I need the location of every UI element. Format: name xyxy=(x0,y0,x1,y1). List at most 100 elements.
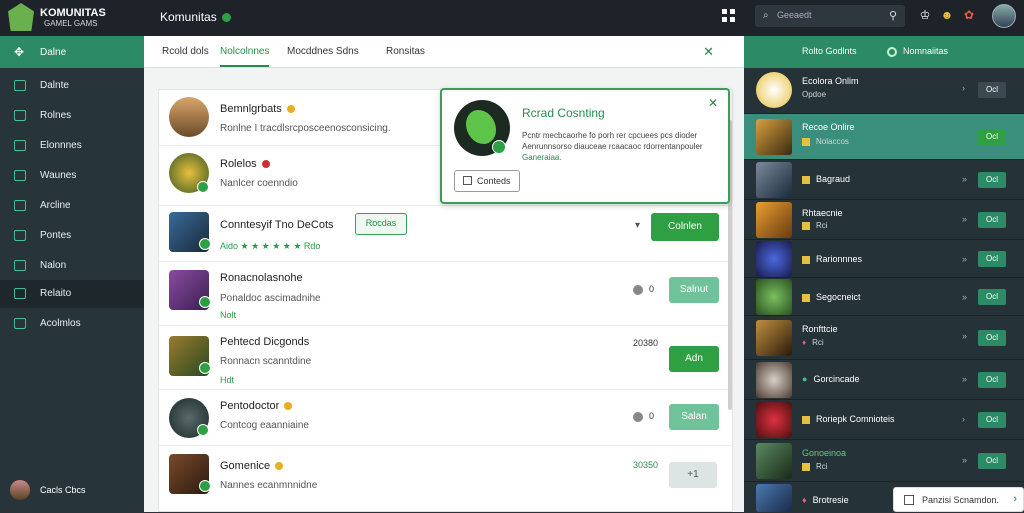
friend-row[interactable]: ● Gorcincade » Ocl xyxy=(744,360,1024,400)
friend-row[interactable]: Segocneict » Ocl xyxy=(744,278,1024,316)
sidebar-item-label: Acolmlos xyxy=(40,318,81,329)
sidebar-item-nalon[interactable]: Nalon xyxy=(0,252,144,280)
item-name: Rolelos xyxy=(220,158,270,170)
sidebar-item-label: Arcline xyxy=(40,200,71,211)
friends-header-label[interactable]: Rolto Godlnts xyxy=(802,46,857,56)
user-avatar[interactable] xyxy=(992,4,1016,28)
search-bar[interactable]: ⌕ Geeaedt ⚲ xyxy=(755,5,905,27)
avatar xyxy=(10,480,30,500)
contacts-button[interactable]: Conteds xyxy=(454,170,520,192)
rank-icon xyxy=(802,175,810,184)
chevron-right-icon[interactable]: › xyxy=(962,83,965,93)
sidebar-item-rolnes[interactable]: Rolnes xyxy=(0,102,144,130)
friend-action-button[interactable]: Ocl xyxy=(978,129,1006,145)
logo-icon[interactable] xyxy=(8,3,34,31)
chevron-right-icon[interactable]: » xyxy=(962,455,967,465)
chevron-right-icon[interactable]: » xyxy=(962,292,967,302)
toast-notification[interactable]: Panzisi Scnamdon. › xyxy=(893,487,1024,512)
friend-action-button[interactable]: Ocl xyxy=(978,453,1006,469)
friend-row[interactable]: Bagraud » Ocl xyxy=(744,160,1024,200)
close-icon[interactable]: ✕ xyxy=(708,96,718,110)
chevron-right-icon[interactable]: » xyxy=(962,174,967,184)
list-item[interactable]: Pehtecd Dicgonds Ronnacn scanntdine Hdt … xyxy=(159,326,734,390)
close-icon[interactable]: ✕ xyxy=(703,44,714,60)
friend-row[interactable]: Ecolora Onlim Opdoe › Ocl xyxy=(744,68,1024,114)
badge-icon xyxy=(284,402,293,411)
character-icon[interactable]: ☻ xyxy=(940,8,954,24)
friend-action-button[interactable]: Ocl xyxy=(978,212,1006,228)
sidebar-item-acolmlos[interactable]: Acolmlos xyxy=(0,310,144,338)
item-name: Pentodoctor xyxy=(220,400,293,412)
friend-action-button[interactable]: Ocl xyxy=(978,251,1006,267)
list-item[interactable]: Pentodoctor Contcog eaanniaine 0 Salan xyxy=(159,390,734,446)
item-subtitle: Contcog eaanniaine xyxy=(220,420,309,431)
friend-row[interactable]: Roriepk Comnioteis › Ocl xyxy=(744,400,1024,440)
diamond-icon xyxy=(14,230,26,241)
sidebar-user[interactable]: Cacls Cbcs xyxy=(10,480,140,502)
list-item[interactable]: Gomenice Nannes ecanmnnidne 30350 +1 xyxy=(159,446,734,513)
tab-rcold-dols[interactable]: Rcold dols xyxy=(162,46,209,57)
popup-desc-link[interactable]: Ganeraiaa. xyxy=(522,153,562,162)
sidebar-item-dalnte[interactable]: Dalnte xyxy=(0,72,144,100)
contacts-button-label: Conteds xyxy=(477,176,511,186)
friend-row[interactable]: Gonoeinoa Rci » Ocl xyxy=(744,440,1024,482)
verified-icon xyxy=(199,238,211,250)
sidebar-item-relaito[interactable]: Relaito xyxy=(0,280,144,308)
friend-row[interactable]: Recoe Onlire Nolaccos Ocl xyxy=(744,114,1024,160)
page-title-text: Komunitas xyxy=(160,10,217,24)
tab-nolcolnnes[interactable]: Nolcolnnes xyxy=(220,46,270,67)
friend-name: Rhtaecnie xyxy=(802,208,843,218)
item-name: Ronacnolasnohe xyxy=(220,272,303,284)
join-button[interactable]: Adn xyxy=(669,346,719,372)
join-button[interactable]: Colnlen xyxy=(651,213,719,241)
item-name-text: Rolelos xyxy=(220,158,257,170)
badge-icon xyxy=(275,462,284,471)
notification-icon[interactable]: ✿ xyxy=(962,8,976,24)
chevron-right-icon[interactable]: » xyxy=(962,214,967,224)
chevron-right-icon[interactable]: » xyxy=(962,254,967,264)
friend-action-button[interactable]: Ocl xyxy=(978,289,1006,305)
friend-action-button[interactable]: Ocl xyxy=(978,412,1006,428)
item-subtitle: Ronnacn scanntdine xyxy=(220,356,312,367)
verified-icon xyxy=(199,296,211,308)
sidebar-item-pontes[interactable]: Pontes xyxy=(0,222,144,250)
friend-action-button[interactable]: Ocl xyxy=(978,330,1006,346)
trophy-icon[interactable]: ♔ xyxy=(918,8,932,24)
friend-name-text: Rarionnnes xyxy=(816,254,863,264)
chevron-right-icon[interactable]: » xyxy=(962,331,967,341)
friend-name-text: Bagraud xyxy=(816,174,851,184)
avatar xyxy=(756,402,792,438)
search-input[interactable]: Geeaedt xyxy=(777,10,812,20)
chevron-right-icon[interactable]: › xyxy=(962,414,965,424)
gear-icon[interactable] xyxy=(633,285,643,295)
search-submit-icon[interactable]: ⚲ xyxy=(889,9,897,22)
join-button[interactable]: Salan xyxy=(669,404,719,430)
featured-badge[interactable]: Rocdas xyxy=(355,213,407,235)
join-button[interactable]: Salnut xyxy=(669,277,719,303)
featured-item[interactable]: Conntesyif Tno DeCots Rocdas Aido ★ ★ ★ … xyxy=(159,206,734,262)
tab-ronsitas[interactable]: Ronsitas xyxy=(386,46,425,57)
gear-icon[interactable] xyxy=(633,412,643,422)
sidebar-item-elonnnes[interactable]: Elonnnes xyxy=(0,132,144,160)
friend-action-button[interactable]: Ocl xyxy=(978,172,1006,188)
tab-mocddnes-sdns[interactable]: Mocddnes Sdns xyxy=(287,46,359,57)
sidebar-item-arcline[interactable]: Arcline xyxy=(0,192,144,220)
friend-action-button[interactable]: Ocl xyxy=(978,82,1006,98)
friend-status: Rci xyxy=(802,462,828,471)
sidebar-header[interactable]: ✥ Dalne xyxy=(0,36,144,68)
rank-icon xyxy=(802,462,810,471)
add-button[interactable]: +1 xyxy=(669,462,717,488)
friend-row[interactable]: Rarionnnes » Ocl xyxy=(744,240,1024,278)
friends-header-tab[interactable]: Nomnaiitas xyxy=(887,46,948,57)
friend-row[interactable]: Rhtaecnie Rci » Ocl xyxy=(744,200,1024,240)
friend-row[interactable]: Ronfttcie ♦ Rci » Ocl xyxy=(744,316,1024,360)
grid-icon[interactable] xyxy=(722,9,736,23)
avatar xyxy=(756,119,792,155)
list-item[interactable]: Ronacnolasnohe Ponaldoc ascimadnihe Nolt… xyxy=(159,262,734,326)
chevron-right-icon[interactable]: › xyxy=(1013,493,1017,505)
chevron-right-icon[interactable]: » xyxy=(962,374,967,384)
item-name-text: Pentodoctor xyxy=(220,400,280,412)
sidebar-item-waunes[interactable]: Waunes xyxy=(0,162,144,190)
friend-action-button[interactable]: Ocl xyxy=(978,372,1006,388)
chevron-down-icon[interactable]: ▾ xyxy=(635,220,640,231)
